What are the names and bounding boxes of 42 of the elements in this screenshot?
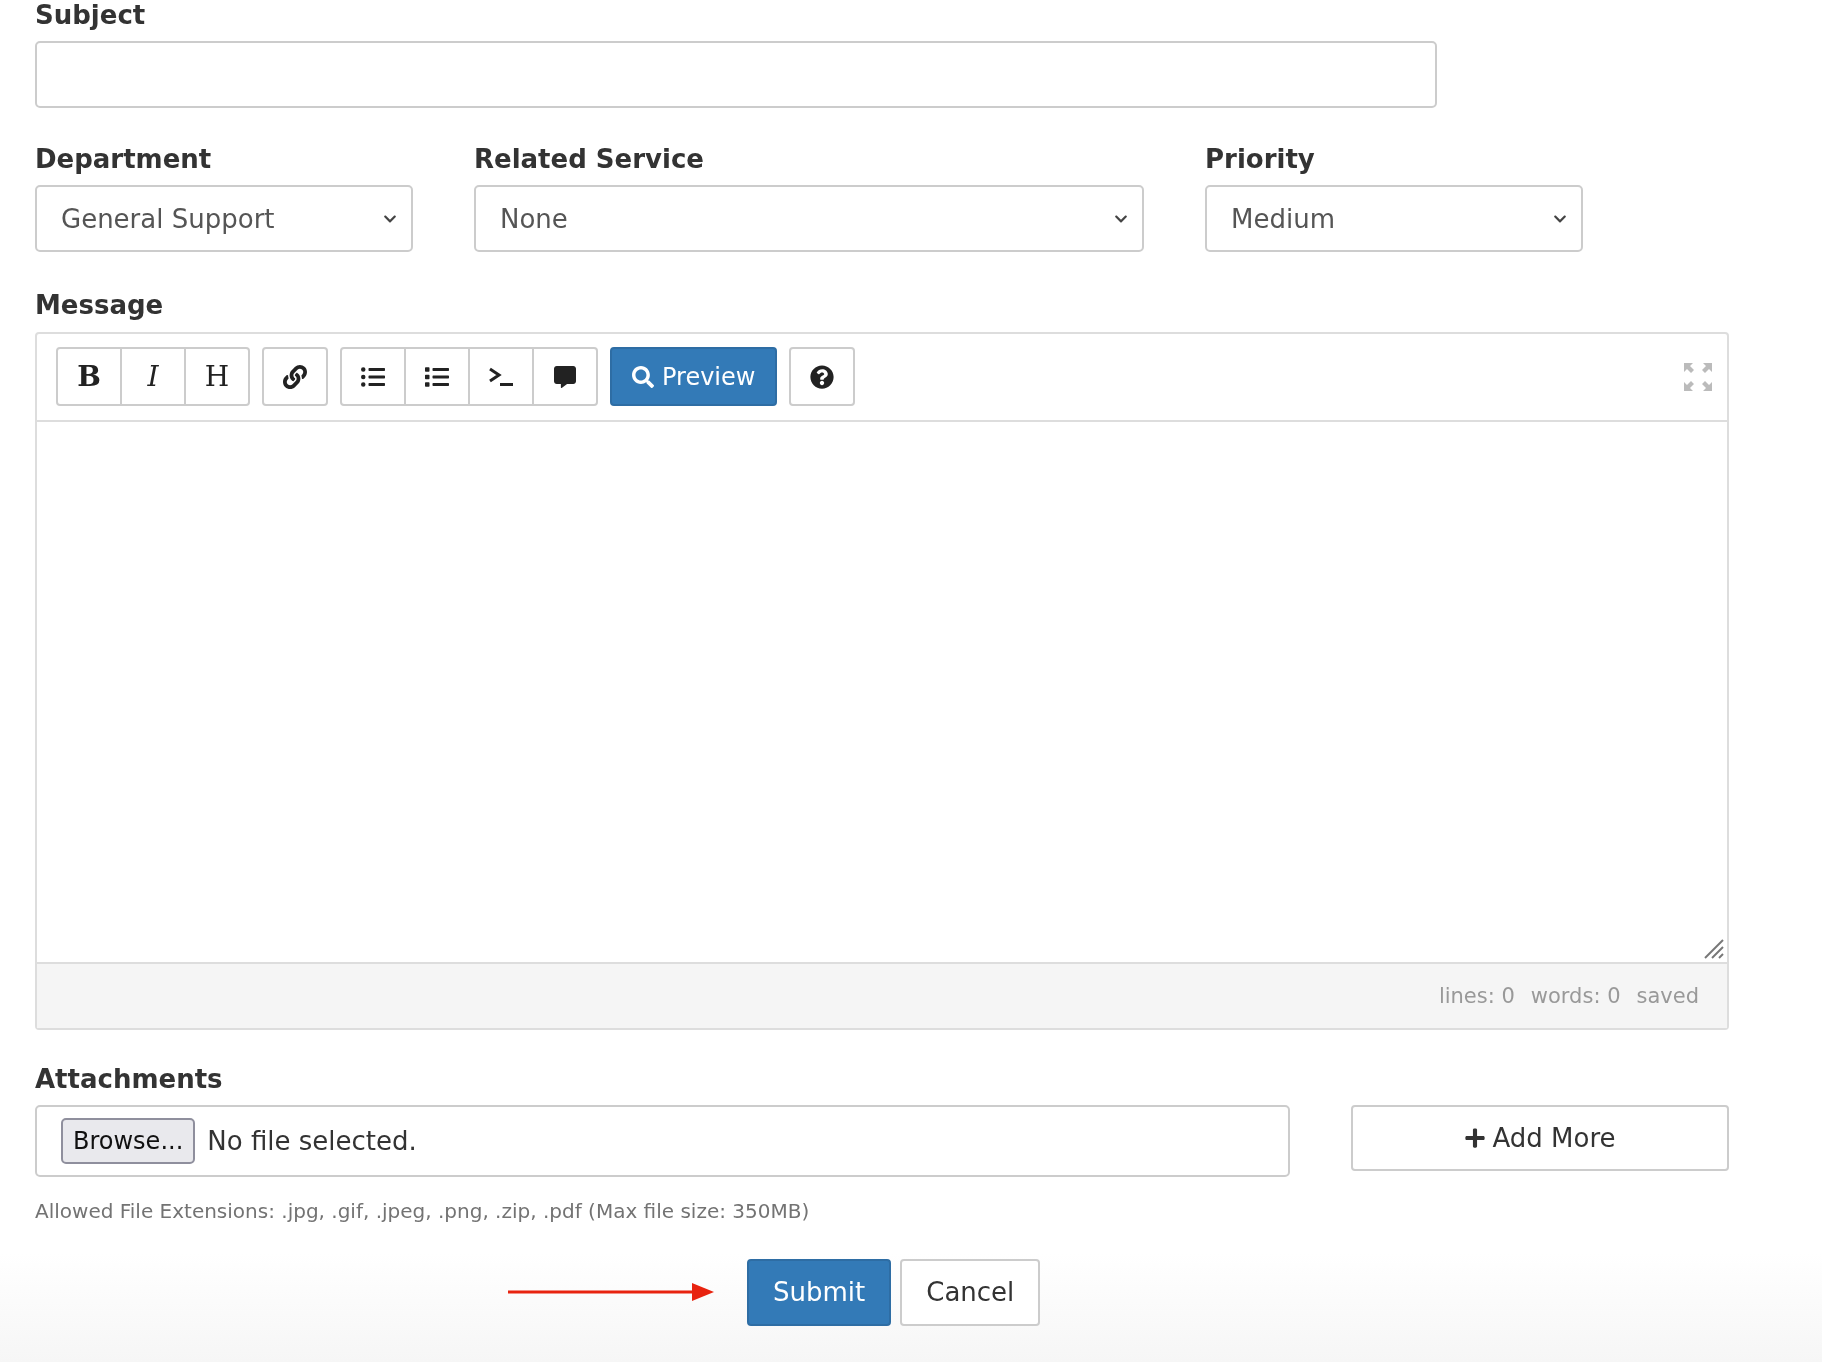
link-icon	[283, 364, 307, 389]
file-status: No file selected.	[207, 1125, 417, 1156]
select-dropdown[interactable]: Medium	[1205, 185, 1583, 253]
file-input[interactable]: Browse... No file selected.	[35, 1104, 1290, 1177]
field-label: Department	[35, 144, 213, 176]
search-icon	[632, 365, 654, 388]
field-label: Message	[35, 290, 165, 322]
speech-bubble-icon	[554, 365, 576, 388]
select-value: Medium	[1231, 203, 1335, 234]
code-button[interactable]	[468, 347, 534, 407]
field-label: Related Service	[474, 144, 705, 176]
help-icon	[810, 364, 835, 389]
field-label: Priority	[1205, 144, 1316, 176]
select-value: General Support	[61, 203, 275, 234]
subject-input[interactable]	[35, 41, 1437, 109]
select-dropdown[interactable]: None	[474, 185, 1144, 253]
fullscreen-icon	[1683, 361, 1713, 392]
quote-button[interactable]	[532, 347, 598, 407]
select-value: None	[500, 203, 568, 234]
help-button[interactable]	[789, 347, 856, 407]
italic-button[interactable]: I	[120, 347, 186, 407]
help-text: Allowed File Extensions: .jpg, .gif, .jpeg, .png, .zip, .pdf (Max file size: 350MB)	[35, 1198, 811, 1223]
field-label: Subject	[35, 0, 147, 32]
list-icon	[361, 364, 385, 389]
heading-button[interactable]: H	[184, 347, 250, 407]
plus-icon	[1464, 1126, 1487, 1149]
preview-button[interactable]: Preview	[610, 347, 778, 407]
terminal-icon	[488, 365, 514, 388]
editor-status: words: 0	[1530, 983, 1621, 1008]
editor-status: saved	[1636, 983, 1699, 1008]
bold-button[interactable]: B	[56, 347, 122, 407]
unordered-list-button[interactable]	[404, 347, 470, 407]
link-button[interactable]	[262, 347, 328, 407]
editor-status: lines: 0	[1438, 983, 1515, 1008]
cancel-button[interactable]: Cancel	[900, 1258, 1041, 1326]
browse-button[interactable]: Browse...	[61, 1117, 196, 1164]
field-label: Attachments	[35, 1063, 224, 1095]
submit-button[interactable]: Submit	[747, 1258, 892, 1326]
ordered-list-button[interactable]	[340, 347, 406, 407]
select-dropdown[interactable]: General Support	[35, 185, 413, 253]
list-icon	[425, 364, 449, 389]
add-more-button[interactable]: Add More	[1351, 1104, 1729, 1171]
